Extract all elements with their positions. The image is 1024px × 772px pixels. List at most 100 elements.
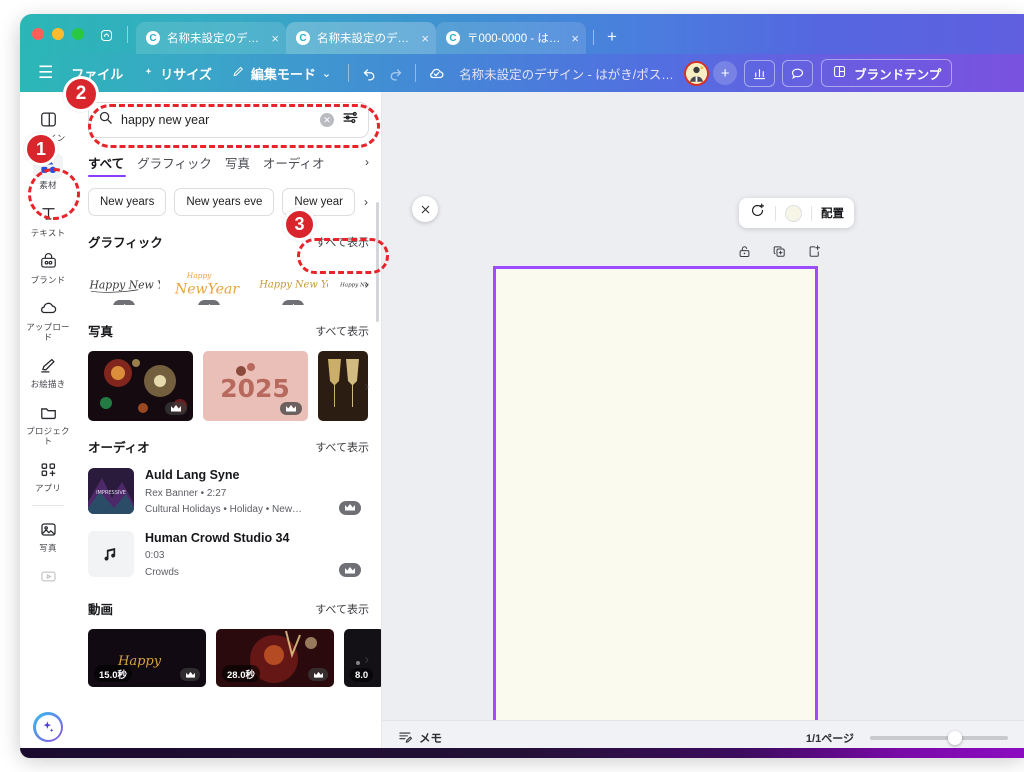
tab-divider — [127, 26, 128, 43]
section-title: 写真 — [88, 325, 114, 339]
brand-template-label: ブランドテンプ — [854, 67, 942, 82]
magic-ai-button[interactable] — [33, 712, 63, 742]
close-panel-button[interactable] — [412, 196, 438, 222]
canva-favicon-icon: C — [296, 31, 310, 45]
position-button[interactable]: 配置 — [821, 205, 844, 221]
browser-tab-1[interactable]: C 名称未設定のデザイ… × — [136, 22, 286, 54]
comment-icon[interactable] — [782, 59, 814, 87]
avatar[interactable] — [684, 60, 710, 86]
premium-crown-icon — [165, 402, 187, 415]
resize-button[interactable]: リサイズ — [133, 64, 222, 83]
add-page-icon[interactable] — [807, 244, 822, 264]
sidebar-item-projects[interactable]: プロジェクト — [23, 393, 73, 450]
section-header-photos: 写真 すべて表示 — [88, 321, 369, 340]
album-art: IMPRESSIVE — [88, 468, 134, 514]
brand-template-button[interactable]: ブランドテンプ — [821, 59, 953, 87]
browser-tab-2[interactable]: C 名称未設定のデザイ… × — [286, 22, 436, 54]
video-duration: 28.0秒 — [222, 665, 260, 683]
tab-fade — [345, 155, 357, 169]
sidebar-item-photos[interactable]: 写真 — [23, 510, 73, 557]
draw-pen-icon — [33, 352, 63, 378]
close-window-button[interactable] — [32, 28, 44, 40]
app-body: デザイン 素材 テキスト — [20, 92, 1024, 754]
tab-all[interactable]: すべて — [88, 153, 124, 172]
premium-crown-icon — [339, 500, 361, 515]
chevron-right-icon[interactable]: › — [365, 379, 369, 394]
tab-close-icon[interactable]: × — [271, 31, 279, 46]
window-controls[interactable] — [32, 28, 84, 40]
tab-close-icon[interactable]: × — [421, 31, 429, 46]
browser-tab-strip: C 名称未設定のデザイ… × C 名称未設定のデザイ… × C 〒000-000… — [20, 14, 1024, 54]
see-all-videos[interactable]: すべて表示 — [315, 601, 369, 617]
audio-tags: Crowds — [145, 566, 179, 578]
sidebar-item-draw[interactable]: お絵描き — [23, 346, 73, 393]
redo-icon[interactable] — [382, 60, 408, 86]
audio-item-1[interactable]: IMPRESSIVE Auld Lang Syne Rex Banner • 2… — [88, 468, 369, 517]
graphic-thumb-2[interactable]: Happy NewYear — [172, 267, 246, 305]
toolbar-divider — [811, 205, 812, 221]
sidebar-item-brand[interactable]: ブランド — [23, 242, 73, 289]
browser-tab-3[interactable]: C 〒000-0000 - はが… × — [436, 22, 586, 54]
audio-item-2[interactable]: Human Crowd Studio 34 0:03 Crowds — [88, 530, 369, 580]
page-tool-row — [737, 244, 822, 264]
video-thumb-2[interactable]: 28.0秒 — [216, 629, 334, 688]
active-tab-underline — [88, 174, 126, 177]
videos-row: Happy 15.0秒 28.0秒 8.0 › — [88, 629, 381, 689]
add-collaborator-button[interactable]: + — [713, 61, 738, 85]
chip-new-years[interactable]: New years — [88, 188, 167, 216]
sidebar-item-upload[interactable]: アップロード — [23, 289, 73, 346]
premium-crown-icon — [282, 300, 304, 305]
resize-label: リサイズ — [160, 66, 212, 82]
chevron-down-icon: ⌄ — [321, 67, 332, 80]
chevron-right-icon[interactable]: › — [365, 652, 369, 667]
memo-label: メモ — [419, 732, 442, 745]
svg-text:NewYear: NewYear — [174, 282, 240, 298]
photo-thumb-fireworks[interactable] — [88, 351, 193, 421]
video-thumb-3[interactable]: 8.0 — [344, 629, 381, 688]
suggestion-chips: New years New years eve New year › — [88, 188, 369, 216]
analytics-icon[interactable] — [744, 59, 776, 87]
memo-button[interactable]: メモ — [398, 729, 442, 747]
premium-crown-icon — [280, 402, 302, 415]
sidebar-item-label: テキスト — [30, 227, 66, 238]
lock-icon[interactable] — [737, 244, 752, 264]
tab-graphics[interactable]: グラフィック — [137, 153, 212, 172]
video-thumb-1[interactable]: Happy 15.0秒 — [88, 629, 206, 688]
chevron-right-icon[interactable]: › — [365, 277, 369, 292]
add-comment-icon[interactable] — [749, 202, 766, 224]
home-icon[interactable] — [94, 23, 118, 47]
edit-mode-button[interactable]: 編集モード ⌄ — [222, 64, 341, 83]
audio-meta: 0:03 — [145, 550, 165, 562]
section-title: 動画 — [88, 603, 114, 618]
zoom-slider[interactable] — [870, 730, 1008, 745]
page-color-swatch[interactable] — [785, 204, 802, 222]
new-tab-button[interactable]: + — [607, 27, 617, 47]
hamburger-icon[interactable]: ☰ — [30, 63, 61, 83]
sidebar-item-video-partial[interactable] — [23, 558, 73, 594]
svg-text:Happy New Year: Happy New Year — [258, 280, 328, 291]
design-canvas-page[interactable] — [493, 266, 818, 747]
photo-thumb-2025[interactable]: 2025 — [203, 351, 308, 421]
annotation-ring-3 — [297, 238, 389, 274]
tab-close-icon[interactable]: × — [571, 31, 579, 46]
photo-thumb-champagne[interactable] — [318, 351, 368, 421]
toolbar-divider — [775, 205, 776, 221]
chevron-right-icon[interactable]: › — [365, 155, 369, 169]
chevron-right-icon[interactable]: › — [364, 195, 368, 209]
sidebar-item-apps[interactable]: アプリ — [23, 450, 73, 497]
duplicate-icon[interactable] — [772, 244, 787, 264]
tab-photos[interactable]: 写真 — [225, 153, 250, 172]
header-divider — [348, 64, 350, 82]
canvas-area: 配置 + ページを追加 — [382, 92, 1024, 754]
zoom-slider-knob[interactable] — [948, 730, 962, 745]
undo-icon[interactable] — [356, 60, 382, 86]
cloud-check-icon[interactable] — [423, 60, 449, 86]
see-all-photos[interactable]: すべて表示 — [315, 323, 369, 339]
see-all-audio[interactable]: すべて表示 — [315, 439, 369, 455]
tab-audio[interactable]: オーディオ — [263, 153, 325, 172]
graphic-thumb-1[interactable]: Happy New Year! — [88, 267, 160, 305]
chip-new-years-eve[interactable]: New years eve — [174, 188, 275, 216]
maximize-window-button[interactable] — [72, 28, 84, 40]
minimize-window-button[interactable] — [52, 28, 64, 40]
document-title[interactable]: 名称未設定のデザイン - はがき/ポスト… — [459, 64, 674, 83]
